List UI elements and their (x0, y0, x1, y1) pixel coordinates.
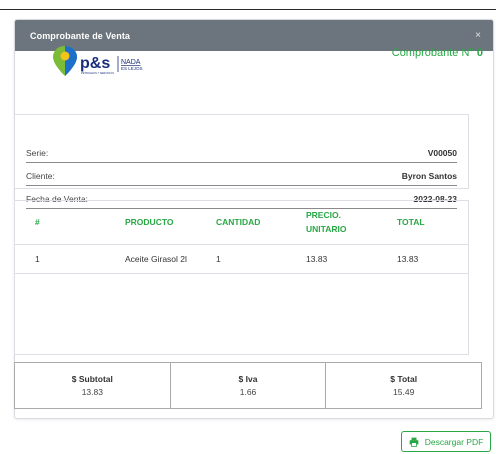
table-row-divider (15, 273, 468, 274)
brand-slogan-line2: ES LEJOS (121, 66, 143, 71)
top-divider (0, 9, 496, 10)
cell-total: 13.83 (397, 254, 419, 264)
info-value: Byron Santos (401, 171, 457, 181)
printer-icon (409, 437, 419, 447)
totals-summary: $ Subtotal 13.83 $ Iva 1.66 $ Total 15.4… (14, 362, 482, 409)
download-pdf-label: Descargar PDF (424, 436, 484, 447)
col-header-price: PRECIO. UNITARIO (306, 201, 346, 244)
subtotal-cell: $ Subtotal 13.83 (15, 363, 171, 408)
cell-quantity: 1 (216, 254, 221, 264)
info-value: V00050 (427, 148, 457, 158)
receipt-number: Comprobante N° 0 (392, 47, 483, 59)
brand-name: p&s (80, 55, 110, 72)
products-table: # PRODUCTO CANTIDAD PRECIO. UNITARIO TOT… (14, 200, 469, 355)
info-row-cliente: Cliente: Byron Santos (26, 167, 457, 186)
download-pdf-button[interactable]: Descargar PDF (401, 431, 491, 452)
cell-num: 1 (35, 254, 40, 264)
col-header-price-line2: UNITARIO (306, 223, 347, 234)
info-label: Serie: (26, 148, 49, 158)
total-label: $ Total (390, 374, 418, 384)
col-header-product: PRODUCTO (125, 216, 174, 227)
brand-subtext: PETROLEOS Y SERVICIOS (81, 71, 114, 75)
col-header-num: # (35, 216, 40, 227)
sale-info-box: Serie: V00050 Cliente: Byron Santos Fech… (14, 114, 469, 209)
brand-logo: p&s PETROLEOS Y SERVICIOS NADA ES LEJOS (52, 44, 172, 82)
cell-price: 13.83 (306, 254, 328, 264)
col-header-total: TOTAL (397, 216, 425, 227)
brand-slogan-line1: NADA (121, 59, 141, 66)
cell-product: Aceite Girasol 2l (125, 254, 187, 264)
info-row-serie: Serie: V00050 (26, 144, 457, 163)
total-value: 15.49 (393, 387, 415, 397)
close-icon[interactable]: × (475, 30, 481, 41)
iva-cell: $ Iva 1.66 (171, 363, 327, 408)
ps-logo-graphic: p&s PETROLEOS Y SERVICIOS NADA ES LEJOS (53, 46, 143, 76)
receipt-number-value: 0 (476, 47, 483, 59)
receipt-number-label: Comprobante N° (391, 47, 474, 59)
iva-label: $ Iva (238, 374, 258, 384)
col-header-price-line1: PRECIO. (306, 209, 341, 220)
info-label: Cliente: (26, 171, 55, 181)
subtotal-label: $ Subtotal (71, 374, 113, 384)
total-cell: $ Total 15.49 (326, 363, 481, 408)
iva-value: 1.66 (239, 387, 257, 397)
modal-title: Comprobante de Venta (30, 30, 131, 41)
col-header-quantity: CANTIDAD (216, 216, 261, 227)
subtotal-value: 13.83 (81, 387, 103, 397)
